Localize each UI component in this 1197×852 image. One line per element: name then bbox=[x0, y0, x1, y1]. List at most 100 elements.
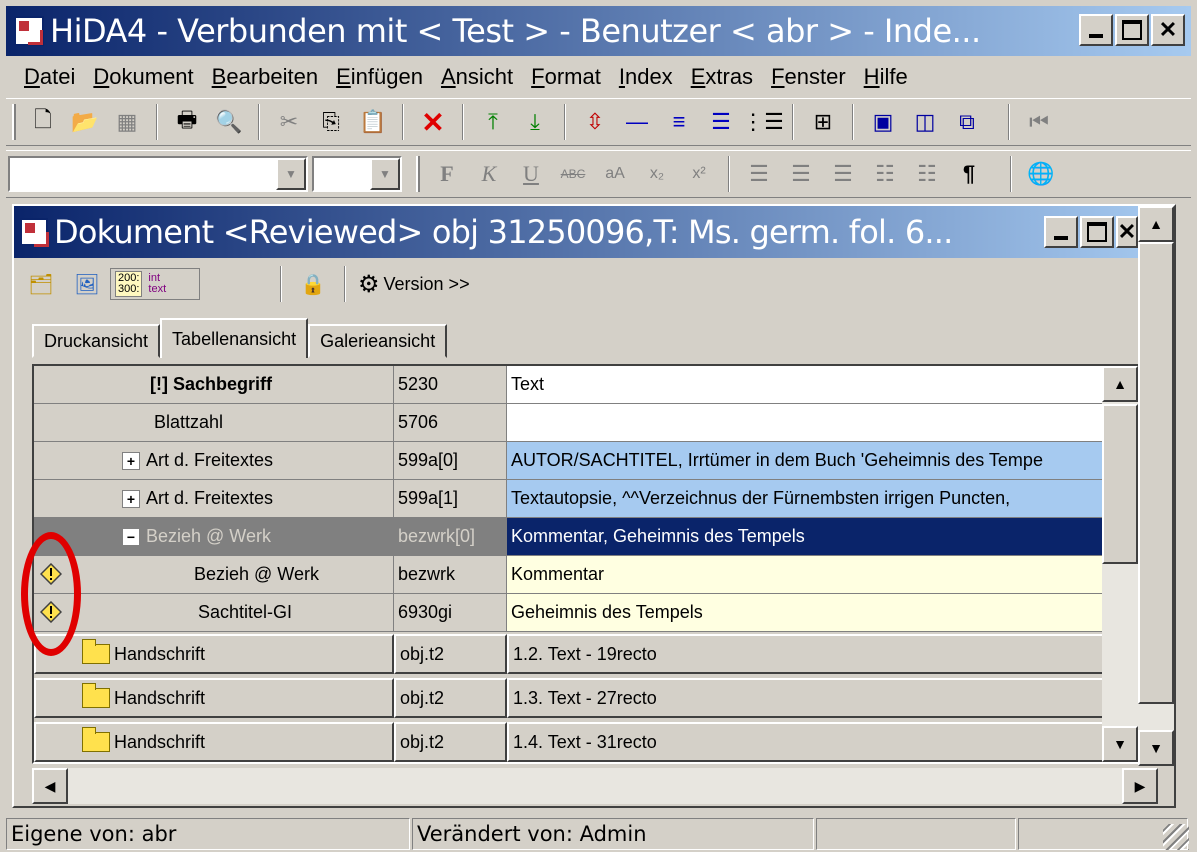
move-up-icon[interactable]: ⤒ bbox=[478, 107, 508, 137]
align-left-icon[interactable]: ☰ bbox=[744, 159, 774, 189]
menu-ansicht[interactable]: Ansicht bbox=[441, 64, 513, 90]
lock-icon[interactable]: 🔒 bbox=[298, 269, 328, 299]
list-icon[interactable]: ⋮☰ bbox=[742, 107, 784, 137]
field-value-cell[interactable]: Textautopsie, ^^Verzeichnus der Fürnembs… bbox=[507, 480, 1138, 518]
field-codes-toggle[interactable]: 200: 300: int text bbox=[110, 268, 200, 300]
zoom-window-icon[interactable]: ◫ bbox=[910, 107, 940, 137]
scroll-thumb[interactable] bbox=[1138, 242, 1174, 704]
hida-logo-icon[interactable] bbox=[20, 218, 49, 247]
maximize-button[interactable] bbox=[1115, 14, 1149, 46]
move-down-icon[interactable]: ⤓ bbox=[520, 107, 550, 137]
expand-plus-icon[interactable]: + bbox=[122, 451, 140, 470]
bullet-list-icon[interactable]: ☷ bbox=[870, 159, 900, 189]
toolbar-grip[interactable] bbox=[12, 104, 16, 140]
font-size-combo[interactable]: ▼ bbox=[312, 156, 402, 192]
underline-icon[interactable]: U bbox=[516, 159, 546, 189]
cascade-icon[interactable]: ⧉ bbox=[952, 107, 982, 137]
scroll-thumb[interactable] bbox=[1102, 404, 1138, 564]
menu-index[interactable]: Index bbox=[619, 64, 673, 90]
document-vertical-scrollbar[interactable]: ▲ ▼ bbox=[1138, 206, 1174, 766]
print-icon[interactable]: 🖶 bbox=[172, 107, 202, 137]
case-icon[interactable]: aA bbox=[600, 159, 630, 189]
menu-format[interactable]: Format bbox=[531, 64, 601, 90]
table-row[interactable]: Handschrift obj.t2 1.4. Text - 31recto bbox=[34, 722, 1138, 762]
menu-einfuegen[interactable]: Einfügen bbox=[336, 64, 423, 90]
grid-vertical-scrollbar[interactable]: ▲ ▼ bbox=[1102, 366, 1138, 762]
field-value-cell[interactable]: Geheimnis des Tempels bbox=[507, 594, 1138, 632]
superscript-icon[interactable]: x² bbox=[684, 159, 714, 189]
horizontal-scrollbar[interactable]: ◀ ▶ bbox=[32, 768, 1158, 804]
bold-icon[interactable]: F bbox=[432, 159, 462, 189]
table-row[interactable]: [!] Sachbegriff 5230 Text bbox=[34, 366, 1138, 404]
collapse-minus-icon[interactable]: − bbox=[122, 527, 140, 546]
close-button[interactable]: ✕ bbox=[1151, 14, 1185, 46]
pilcrow-icon[interactable]: ¶ bbox=[954, 159, 984, 189]
table-row[interactable]: + Art d. Freitextes 599a[1] Textautopsie,… bbox=[34, 480, 1138, 518]
numbered-list-icon[interactable]: ☷ bbox=[912, 159, 942, 189]
align-center-icon[interactable]: ☰ bbox=[786, 159, 816, 189]
font-name-combo[interactable]: ▼ bbox=[8, 156, 308, 192]
field-value-cell[interactable]: 1.4. Text - 31recto bbox=[507, 722, 1138, 762]
first-record-icon[interactable]: ⏮ bbox=[1024, 107, 1054, 137]
toolbar-grip[interactable] bbox=[416, 156, 420, 192]
align-right-icon[interactable]: ☰ bbox=[828, 159, 858, 189]
field-value-cell[interactable]: 1.2. Text - 19recto bbox=[507, 634, 1138, 674]
menu-datei[interactable]: Datei bbox=[24, 64, 75, 90]
field-value-cell[interactable]: 1.3. Text - 27recto bbox=[507, 678, 1138, 718]
tab-tabellenansicht[interactable]: Tabellenansicht bbox=[160, 318, 309, 358]
line-double-icon[interactable]: ≡ bbox=[664, 107, 694, 137]
copy-icon[interactable]: ⎘ bbox=[316, 107, 346, 137]
hida-logo-icon[interactable] bbox=[14, 16, 44, 46]
field-value-cell[interactable]: Text bbox=[507, 366, 1138, 404]
field-value-cell[interactable] bbox=[507, 404, 1138, 442]
table-row[interactable]: Handschrift obj.t2 1.2. Text - 19recto bbox=[34, 634, 1138, 674]
doc-minimize-button[interactable] bbox=[1044, 216, 1078, 248]
strikethrough-icon[interactable]: ABC bbox=[558, 159, 588, 189]
chevron-down-icon[interactable]: ▼ bbox=[370, 158, 400, 190]
tab-druckansicht[interactable]: Druckansicht bbox=[32, 324, 161, 358]
tree-icon[interactable]: ⊞ bbox=[808, 107, 838, 137]
subscript-icon[interactable]: x₂ bbox=[642, 159, 672, 189]
tab-galerieansicht[interactable]: Galerieansicht bbox=[308, 324, 448, 358]
table-row[interactable]: Sachtitel-GI 6930gi Geheimnis des Tempel… bbox=[34, 594, 1138, 632]
field-value-cell[interactable]: Kommentar, Geheimnis des Tempels bbox=[507, 518, 1138, 556]
scroll-left-icon[interactable]: ◀ bbox=[32, 768, 68, 804]
resize-grip-icon[interactable] bbox=[1163, 824, 1189, 850]
line-triple-icon[interactable]: ☰ bbox=[706, 107, 736, 137]
scroll-up-icon[interactable]: ▲ bbox=[1102, 366, 1138, 402]
paste-icon[interactable]: 📋 bbox=[358, 107, 388, 137]
italic-icon[interactable]: K bbox=[474, 159, 504, 189]
field-value-cell[interactable]: AUTOR/SACHTITEL, Irrtümer in dem Buch 'G… bbox=[507, 442, 1138, 480]
print-preview-icon[interactable]: 🔍 bbox=[214, 107, 244, 137]
menu-dokument[interactable]: Dokument bbox=[93, 64, 193, 90]
table-row[interactable]: Handschrift obj.t2 1.3. Text - 27recto bbox=[34, 678, 1138, 718]
scroll-up-icon[interactable]: ▲ bbox=[1138, 206, 1174, 242]
menu-hilfe[interactable]: Hilfe bbox=[864, 64, 908, 90]
globe-icon[interactable]: 🌐 bbox=[1026, 159, 1056, 189]
scroll-right-icon[interactable]: ▶ bbox=[1122, 768, 1158, 804]
chevron-down-icon[interactable]: ▼ bbox=[276, 158, 306, 190]
minimize-button[interactable] bbox=[1079, 14, 1113, 46]
expand-plus-icon[interactable]: + bbox=[122, 489, 140, 508]
field-value-cell[interactable]: Kommentar bbox=[507, 556, 1138, 594]
table-row[interactable]: + Art d. Freitextes 599a[0] AUTOR/SACHTIT… bbox=[34, 442, 1138, 480]
menu-fenster[interactable]: Fenster bbox=[771, 64, 846, 90]
scroll-down-icon[interactable]: ▼ bbox=[1138, 730, 1174, 766]
line-single-icon[interactable]: — bbox=[622, 107, 652, 137]
image-icon[interactable]: 🖼 bbox=[72, 269, 102, 299]
version-button[interactable]: ⚙ Version >> bbox=[358, 270, 470, 299]
menu-bearbeiten[interactable]: Bearbeiten bbox=[212, 64, 318, 90]
table-row-selected[interactable]: − Bezieh @ Werk bezwrk[0] Kommentar, Gehe… bbox=[34, 518, 1138, 556]
split-icon[interactable]: ⇳ bbox=[580, 107, 610, 137]
table-row[interactable]: Blattzahl 5706 bbox=[34, 404, 1138, 442]
new-document-icon[interactable]: 🗋 bbox=[28, 107, 58, 137]
doc-close-button[interactable]: ✕ bbox=[1116, 216, 1138, 248]
window-icon[interactable]: ▣ bbox=[868, 107, 898, 137]
doc-maximize-button[interactable] bbox=[1080, 216, 1114, 248]
scroll-down-icon[interactable]: ▼ bbox=[1102, 726, 1138, 762]
cut-icon[interactable]: ✂ bbox=[274, 107, 304, 137]
delete-icon[interactable]: ✕ bbox=[418, 107, 448, 138]
table-row[interactable]: Bezieh @ Werk bezwrk Kommentar bbox=[34, 556, 1138, 594]
copy-folder-icon[interactable]: 🗂 bbox=[26, 269, 56, 299]
menu-extras[interactable]: Extras bbox=[691, 64, 753, 90]
